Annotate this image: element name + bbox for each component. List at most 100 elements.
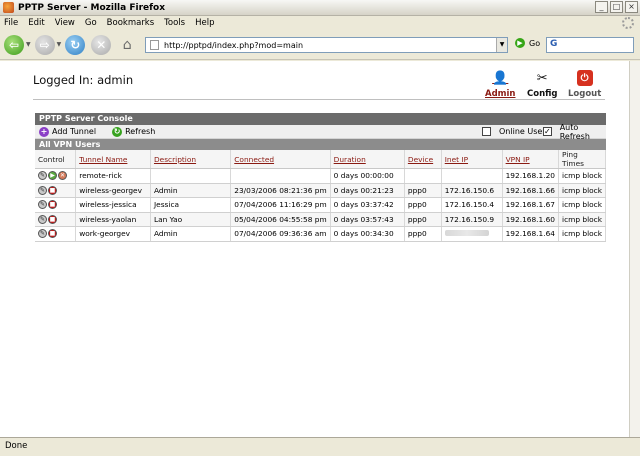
admin-link[interactable]: 👤 Admin: [485, 70, 516, 100]
edit-icon[interactable]: ✎: [38, 185, 47, 195]
cell-duration: 0 days 00:00:00: [330, 168, 405, 184]
cell-inet-ip: 172.16.150.9: [441, 212, 503, 227]
menu-go[interactable]: Go: [85, 18, 97, 28]
logout-label: Logout: [568, 89, 602, 99]
stop-icon[interactable]: ■: [48, 214, 57, 224]
table-row: ✎ ▶ ✕ remote-rick 0 days 00:00:00 192.16…: [35, 168, 606, 184]
cell-ping: icmp block: [558, 183, 606, 198]
page-icon: [150, 40, 159, 50]
cell-inet-ip: [441, 168, 503, 184]
auto-refresh-box[interactable]: ✓: [543, 127, 552, 136]
config-link[interactable]: ✂ Config: [527, 70, 558, 100]
col-connected[interactable]: Connected: [230, 150, 331, 169]
cell-device: ppp0: [404, 226, 442, 242]
forward-dropdown-icon[interactable]: ▼: [57, 41, 62, 48]
cell-description: [150, 168, 232, 184]
col-duration[interactable]: Duration: [330, 150, 405, 169]
cell-duration: 0 days 03:37:42: [330, 197, 405, 213]
vertical-scrollbar[interactable]: [629, 61, 640, 437]
minimize-button[interactable]: _: [595, 1, 608, 13]
cell-device: ppp0: [404, 183, 442, 198]
config-label: Config: [527, 89, 558, 99]
maximize-button[interactable]: □: [610, 1, 623, 13]
menu-bar: File Edit View Go Bookmarks Tools Help: [0, 16, 640, 30]
add-icon: +: [39, 126, 49, 137]
menu-tools[interactable]: Tools: [164, 18, 185, 28]
menu-bookmarks[interactable]: Bookmarks: [107, 18, 155, 28]
stop-button[interactable]: ✕: [91, 34, 112, 55]
row-controls: ✎ ■: [35, 212, 77, 227]
stop-icon[interactable]: ■: [48, 229, 57, 239]
table-row: ✎ ■ work-georgev Admin 07/04/2006 09:36:…: [35, 226, 606, 242]
throbber-icon: [622, 17, 634, 29]
window-titlebar: PPTP Server - Mozilla Firefox _ □ ×: [0, 0, 640, 16]
online-users-box[interactable]: [482, 127, 491, 136]
cell-description: Jessica: [150, 197, 232, 213]
edit-icon[interactable]: ✎: [38, 214, 47, 224]
cell-connected: 05/04/2006 04:55:58 pm: [230, 212, 331, 227]
edit-icon[interactable]: ✎: [38, 200, 47, 210]
close-button[interactable]: ×: [625, 1, 638, 13]
stop-icon[interactable]: ■: [48, 185, 57, 195]
col-tunnel-name[interactable]: Tunnel Name: [75, 150, 151, 169]
menu-view[interactable]: View: [55, 18, 75, 28]
cell-tunnel-name: work-georgev: [75, 226, 151, 242]
row-controls: ✎ ▶ ✕: [35, 168, 77, 184]
col-inet-ip[interactable]: Inet IP: [441, 150, 503, 169]
menu-help[interactable]: Help: [195, 18, 214, 28]
cell-connected: [230, 168, 331, 184]
search-input[interactable]: G: [546, 37, 634, 53]
pptp-console: PPTP Server Console + Add Tunnel ↻ Refre…: [35, 113, 606, 242]
cell-duration: 0 days 03:57:43: [330, 212, 405, 227]
cell-vpn-ip: 192.168.1.20: [502, 168, 560, 184]
refresh-button[interactable]: ↻ Refresh: [112, 126, 155, 137]
cell-description: Admin: [150, 226, 232, 242]
cell-device: [404, 168, 442, 184]
table-row: ✎ ■ wireless-yaolan Lan Yao 05/04/2006 0…: [35, 212, 606, 227]
go-button[interactable]: ▶ Go: [515, 38, 540, 48]
logout-power-icon: ⏻: [576, 70, 593, 86]
delete-icon[interactable]: ✕: [58, 171, 67, 181]
vpn-users-table: Control Tunnel Name Description Connecte…: [35, 150, 606, 242]
forward-button[interactable]: ⇨: [34, 34, 55, 55]
stop-icon[interactable]: ■: [48, 200, 57, 210]
back-dropdown-icon[interactable]: ▼: [26, 41, 31, 48]
home-button[interactable]: ⌂: [117, 36, 137, 54]
section-title: All VPN Users: [35, 139, 606, 150]
reload-button[interactable]: ↻: [65, 34, 86, 55]
back-button[interactable]: ⇦: [4, 34, 24, 55]
edit-icon[interactable]: ✎: [38, 229, 47, 239]
col-description[interactable]: Description: [150, 150, 232, 169]
cell-connected: 23/03/2006 08:21:36 pm: [230, 183, 331, 198]
auto-refresh-label: Auto Refresh: [559, 122, 590, 141]
menu-file[interactable]: File: [4, 18, 18, 28]
cell-tunnel-name: wireless-jessica: [75, 197, 151, 213]
row-controls: ✎ ■: [35, 197, 77, 213]
logout-link[interactable]: ⏻ Logout: [568, 70, 601, 99]
add-tunnel-button[interactable]: + Add Tunnel: [39, 126, 97, 137]
online-users-checkbox[interactable]: Online Users: [482, 127, 550, 136]
row-controls: ✎ ■: [35, 183, 77, 198]
url-bar[interactable]: http://pptpd/index.php?mod=main ▼: [145, 37, 508, 53]
console-actions: + Add Tunnel ↻ Refresh Online Users ✓ Au…: [35, 123, 606, 141]
table-row: ✎ ■ wireless-georgev Admin 23/03/2006 08…: [35, 183, 606, 198]
col-vpn-ip[interactable]: VPN IP: [502, 150, 560, 169]
cell-connected: 07/04/2006 09:36:36 am: [230, 226, 331, 242]
col-device[interactable]: Device: [404, 150, 442, 169]
edit-icon[interactable]: ✎: [38, 171, 47, 181]
add-tunnel-label: Add Tunnel: [52, 127, 97, 136]
auto-refresh-checkbox[interactable]: ✓ Auto Refresh: [543, 123, 606, 141]
console-title: PPTP Server Console: [35, 113, 606, 125]
cell-connected: 07/04/2006 11:16:29 pm: [230, 197, 331, 213]
admin-user-icon: 👤: [492, 70, 509, 86]
url-dropdown-icon[interactable]: ▼: [496, 38, 507, 52]
cell-ping: icmp block: [558, 197, 606, 213]
start-icon[interactable]: ▶: [48, 171, 57, 181]
cell-device: ppp0: [404, 197, 442, 213]
cell-inet-ip: 172.16.150.6: [441, 183, 503, 198]
menu-edit[interactable]: Edit: [28, 18, 44, 28]
table-row: ✎ ■ wireless-jessica Jessica 07/04/2006 …: [35, 197, 606, 213]
go-label: Go: [529, 38, 541, 48]
refresh-icon: ↻: [112, 126, 123, 137]
cell-tunnel-name: wireless-georgev: [75, 183, 151, 198]
